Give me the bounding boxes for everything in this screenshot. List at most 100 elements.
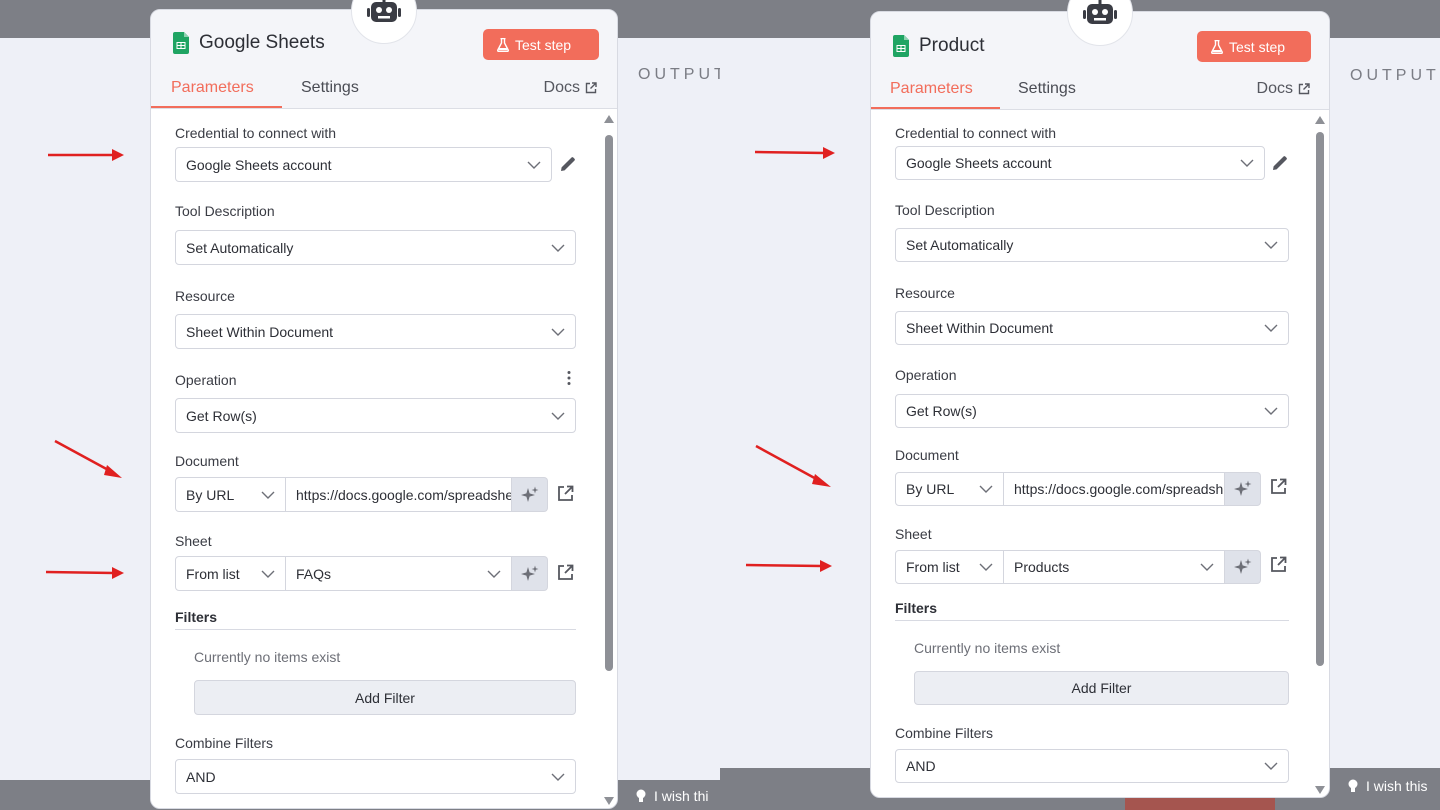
sheet-select[interactable]: Products (1004, 550, 1225, 584)
combine-filters-label: Combine Filters (895, 725, 994, 741)
document-mode-select[interactable]: By URL (895, 472, 1004, 506)
sparkle-icon (520, 486, 538, 502)
external-link-icon[interactable] (557, 564, 574, 581)
combine-filters-value: AND (186, 768, 216, 785)
red-arrow (754, 147, 835, 159)
tool-description-label: Tool Description (895, 202, 995, 218)
pencil-icon[interactable] (559, 155, 577, 173)
tool-description-select[interactable]: Set Automatically (175, 230, 576, 265)
output-label: OUTPUT (1350, 67, 1440, 84)
scrollbar[interactable] (603, 113, 615, 807)
filters-divider (175, 629, 576, 630)
google-sheets-icon (173, 32, 189, 54)
lightbulb-icon (1348, 779, 1358, 792)
sheet-select[interactable]: FAQs (286, 556, 512, 591)
feedback-text: I wish thi (654, 788, 709, 804)
operation-label: Operation (895, 367, 957, 383)
scroll-down-arrow-icon[interactable] (1315, 786, 1325, 794)
ai-suggest-button[interactable] (512, 477, 548, 512)
document-mode-value: By URL (186, 486, 235, 503)
tool-description-label: Tool Description (175, 203, 275, 219)
combine-filters-select[interactable]: AND (895, 749, 1289, 783)
sheet-label: Sheet (175, 533, 212, 549)
canvas-bottom-red-strip (1125, 798, 1275, 810)
add-filter-button[interactable]: Add Filter (194, 680, 576, 715)
document-label: Document (895, 447, 959, 463)
document-mode-value: By URL (906, 481, 955, 497)
sparkle-icon (1233, 558, 1251, 574)
resource-select[interactable]: Sheet Within Document (175, 314, 576, 349)
red-arrow (745, 560, 832, 572)
test-step-button[interactable]: Test step (1197, 31, 1311, 62)
filters-label: Filters (895, 600, 938, 616)
document-url-value: https://docs.google.com/spreadsheets (296, 486, 512, 503)
resource-value: Sheet Within Document (186, 323, 334, 340)
external-link-icon[interactable] (557, 485, 574, 502)
chevron-down-icon (527, 161, 541, 169)
credential-select[interactable]: Google Sheets account (175, 147, 552, 182)
kebab-menu-icon[interactable] (567, 370, 571, 386)
test-step-button[interactable]: Test step (483, 29, 599, 60)
panel-title: Google Sheets (199, 32, 325, 53)
external-link-icon[interactable] (1270, 556, 1287, 573)
document-url-input[interactable]: https://docs.google.com/spreadsheets (286, 477, 512, 512)
operation-value: Get Row(s) (186, 407, 257, 424)
operation-select[interactable]: Get Row(s) (175, 398, 576, 433)
sparkle-icon (1233, 480, 1251, 496)
tab-settings[interactable]: Settings (301, 79, 359, 97)
feedback-link[interactable]: I wish thi (636, 788, 708, 804)
tab-parameters[interactable]: Parameters (890, 80, 973, 98)
ai-suggest-button[interactable] (1225, 472, 1261, 506)
sheet-mode-select[interactable]: From list (895, 550, 1004, 584)
resource-value: Sheet Within Document (906, 320, 1054, 336)
document-label: Document (175, 453, 239, 469)
chevron-down-icon (551, 412, 565, 420)
credential-select[interactable]: Google Sheets account (895, 146, 1265, 180)
resource-select[interactable]: Sheet Within Document (895, 311, 1289, 345)
tab-parameters[interactable]: Parameters (171, 79, 254, 97)
panel-title: Product (919, 35, 985, 56)
docs-label: Docs (1256, 80, 1293, 97)
ai-suggest-button[interactable] (512, 556, 548, 591)
operation-select[interactable]: Get Row(s) (895, 394, 1289, 428)
scroll-up-arrow-icon[interactable] (604, 115, 614, 123)
docs-link[interactable]: Docs (1257, 80, 1310, 98)
sheet-mode-select[interactable]: From list (175, 556, 286, 591)
sheet-mode-value: From list (186, 565, 240, 582)
document-mode-select[interactable]: By URL (175, 477, 286, 512)
google-sheets-icon (893, 35, 909, 57)
sheet-label: Sheet (895, 526, 932, 542)
combine-filters-select[interactable]: AND (175, 759, 576, 794)
document-url-input[interactable]: https://docs.google.com/spreadsheets (1004, 472, 1225, 506)
sparkle-icon (520, 565, 538, 581)
ai-suggest-button[interactable] (1225, 550, 1261, 584)
panel-title-row: Product (893, 35, 984, 57)
scroll-up-arrow-icon[interactable] (1315, 116, 1325, 124)
tool-description-value: Set Automatically (906, 237, 1014, 253)
node-panel: Google Sheets Test step Parameters Setti… (150, 9, 618, 809)
sheet-mode-value: From list (906, 559, 960, 575)
flask-icon (497, 37, 509, 52)
combine-filters-label: Combine Filters (175, 735, 274, 751)
document-url-value: https://docs.google.com/spreadsheets (1014, 481, 1224, 497)
credential-value: Google Sheets account (906, 155, 1052, 171)
scrollbar-thumb[interactable] (1316, 132, 1324, 666)
filters-divider (895, 620, 1289, 621)
operation-value: Get Row(s) (906, 403, 977, 419)
right-screenshot: OUTPUT I wish this Product Test step Par… (720, 0, 1440, 810)
tab-settings[interactable]: Settings (1018, 80, 1076, 98)
tool-description-select[interactable]: Set Automatically (895, 228, 1289, 262)
external-link-icon[interactable] (1270, 478, 1287, 495)
scrollbar-thumb[interactable] (605, 135, 613, 671)
scrollbar[interactable] (1314, 114, 1326, 796)
robot-icon (367, 0, 401, 22)
scroll-down-arrow-icon[interactable] (604, 797, 614, 805)
add-filter-button[interactable]: Add Filter (914, 671, 1289, 705)
node-panel: Product Test step Parameters Settings Do… (870, 11, 1330, 798)
chevron-down-icon (1264, 762, 1278, 770)
sheet-input-group: From list Products (895, 550, 1261, 584)
pencil-icon[interactable] (1271, 154, 1289, 172)
feedback-link[interactable]: I wish this (1348, 778, 1427, 794)
sheet-value: Products (1014, 559, 1070, 575)
docs-link[interactable]: Docs (544, 79, 597, 97)
